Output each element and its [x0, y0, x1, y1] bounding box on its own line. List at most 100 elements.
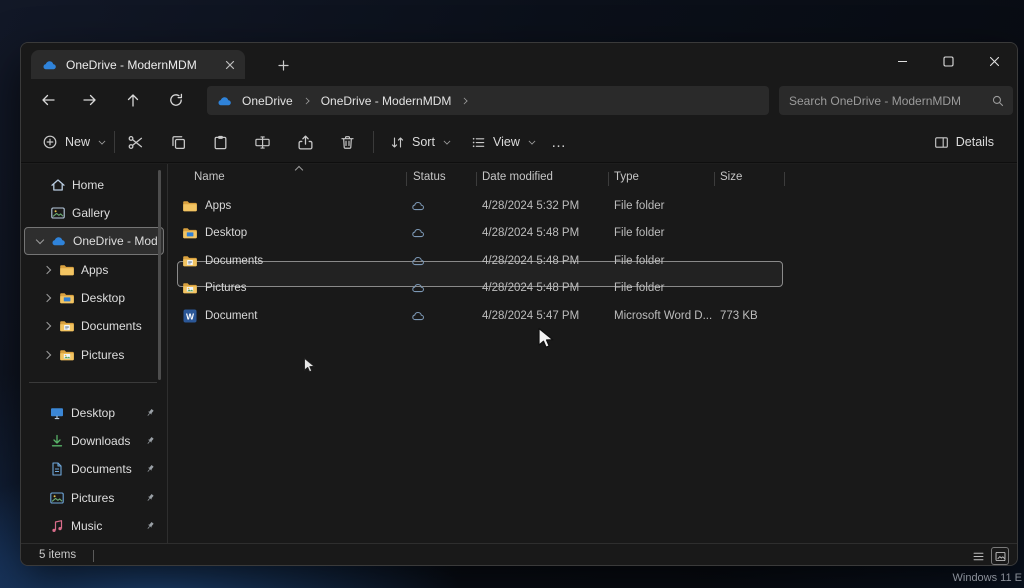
pin-icon — [144, 492, 156, 504]
back-button[interactable] — [31, 85, 65, 115]
sidebar-item-desktop[interactable]: Desktop — [24, 284, 164, 312]
column-divider[interactable] — [784, 172, 785, 186]
chevron-down-icon — [528, 138, 536, 146]
file-type: File folder — [614, 255, 665, 267]
desktop-folder-icon — [59, 290, 75, 306]
sidebar-item-apps[interactable]: Apps — [24, 256, 164, 284]
delete-button[interactable] — [329, 127, 365, 157]
sidebar-item-label: Apps — [81, 263, 108, 277]
chevron-right-icon[interactable] — [43, 265, 53, 275]
sidebar-item-onedrive[interactable]: OneDrive - Mod — [24, 227, 164, 255]
sidebar-item-label: Downloads — [71, 434, 130, 448]
chevron-right-icon[interactable] — [461, 97, 469, 105]
new-button[interactable]: New — [33, 127, 116, 157]
up-button[interactable] — [116, 85, 150, 115]
breadcrumb-item-onedrive[interactable]: OneDrive — [242, 94, 293, 108]
cloud-status-icon — [411, 198, 426, 213]
sidebar-item-desktop-pinned[interactable]: Desktop — [24, 399, 164, 427]
breadcrumb-item-current[interactable]: OneDrive - ModernMDM — [321, 94, 452, 108]
sidebar-item-label: OneDrive - Mod — [73, 234, 158, 248]
sidebar-item-pictures-pinned[interactable]: Pictures — [24, 484, 164, 512]
chevron-right-icon[interactable] — [303, 97, 311, 105]
file-row-documents-selected[interactable]: Documents 4/28/2024 5:48 PM File folder — [168, 247, 1009, 275]
file-type: File folder — [614, 200, 665, 212]
view-list-icon — [471, 135, 486, 150]
chevron-right-icon[interactable] — [43, 293, 53, 303]
close-tab-icon[interactable] — [221, 56, 239, 74]
monitor-icon — [49, 405, 65, 421]
column-divider[interactable] — [608, 172, 609, 186]
column-header-date[interactable]: Date modified — [482, 171, 553, 183]
details-view-toggle-icon[interactable] — [969, 547, 987, 565]
column-headers: Name Status Date modified Type Size — [168, 166, 1009, 190]
navigation-pane: Home Gallery OneDrive - Mod — [21, 164, 167, 543]
breadcrumb: OneDrive OneDrive - ModernMDM — [207, 86, 769, 115]
file-row-document[interactable]: W Document 4/28/2024 5:47 PM Microsoft W… — [168, 302, 1009, 330]
column-header-size[interactable]: Size — [720, 171, 742, 183]
sidebar-item-music-pinned[interactable]: Music — [24, 512, 164, 540]
minimize-button[interactable] — [879, 43, 925, 79]
pin-icon — [144, 407, 156, 419]
chevron-right-icon[interactable] — [43, 321, 53, 331]
toolbar-divider — [114, 131, 115, 153]
new-tab-button[interactable] — [271, 54, 295, 76]
thumbnail-view-toggle-icon[interactable] — [991, 547, 1009, 565]
search-box[interactable]: Search OneDrive - ModernMDM — [779, 86, 1013, 115]
chevron-down-icon — [98, 138, 106, 146]
sidebar-item-label: Gallery — [72, 206, 110, 220]
document-icon — [49, 461, 65, 477]
pin-icon — [144, 463, 156, 475]
chevron-right-icon[interactable] — [43, 350, 53, 360]
explorer-body: Home Gallery OneDrive - Mod — [21, 164, 1017, 543]
file-name: Desktop — [205, 227, 247, 239]
chevron-down-icon[interactable] — [35, 236, 45, 246]
sidebar-item-gallery[interactable]: Gallery — [24, 199, 164, 227]
sort-button-label: Sort — [412, 135, 435, 149]
copy-button[interactable] — [160, 127, 196, 157]
sidebar-item-home[interactable]: Home — [24, 171, 164, 199]
command-toolbar: New — [21, 121, 1017, 163]
close-button[interactable] — [971, 43, 1017, 79]
details-pane-icon — [934, 135, 949, 150]
file-date: 4/28/2024 5:48 PM — [482, 227, 579, 239]
tab-bar: OneDrive - ModernMDM — [21, 43, 1017, 79]
documents-folder-icon — [59, 318, 75, 334]
picture-icon — [49, 490, 65, 506]
paste-button[interactable] — [202, 127, 238, 157]
column-divider[interactable] — [476, 172, 477, 186]
file-row-apps[interactable]: Apps 4/28/2024 5:32 PM File folder — [168, 192, 1009, 220]
window-controls — [879, 43, 1017, 79]
file-name: Documents — [205, 255, 263, 267]
items-count: 5 items — [39, 549, 76, 561]
refresh-button[interactable] — [159, 85, 193, 115]
sidebar-item-documents-pinned[interactable]: Documents — [24, 455, 164, 483]
file-row-desktop[interactable]: Desktop 4/28/2024 5:48 PM File folder — [168, 220, 1009, 248]
sort-button[interactable]: Sort — [381, 127, 461, 157]
column-divider[interactable] — [406, 172, 407, 186]
details-pane-button[interactable]: Details — [925, 127, 1003, 157]
column-header-type[interactable]: Type — [614, 171, 639, 183]
view-button[interactable]: View — [462, 127, 546, 157]
cut-button[interactable] — [117, 127, 153, 157]
svg-text:W: W — [186, 311, 195, 321]
sidebar-item-documents[interactable]: Documents — [24, 312, 164, 340]
forward-button[interactable] — [73, 85, 107, 115]
tab-onedrive-modernmdm[interactable]: OneDrive - ModernMDM — [31, 50, 245, 79]
share-button[interactable] — [287, 127, 323, 157]
column-divider[interactable] — [714, 172, 715, 186]
maximize-button[interactable] — [925, 43, 971, 79]
home-icon — [50, 177, 66, 193]
view-toggles — [969, 547, 1009, 565]
column-header-status[interactable]: Status — [413, 171, 446, 183]
file-date: 4/28/2024 5:47 PM — [482, 310, 579, 322]
file-row-pictures[interactable]: Pictures 4/28/2024 5:48 PM File folder — [168, 275, 1009, 303]
more-options-button[interactable]: … — [541, 127, 577, 157]
file-type: File folder — [614, 227, 665, 239]
sidebar-scrollbar[interactable] — [158, 170, 161, 380]
sidebar-item-downloads-pinned[interactable]: Downloads — [24, 427, 164, 455]
column-header-name[interactable]: Name — [194, 171, 225, 183]
new-button-label: New — [65, 135, 90, 149]
sidebar-item-pictures[interactable]: Pictures — [24, 341, 164, 369]
rename-button[interactable] — [244, 127, 280, 157]
view-button-label: View — [493, 135, 520, 149]
